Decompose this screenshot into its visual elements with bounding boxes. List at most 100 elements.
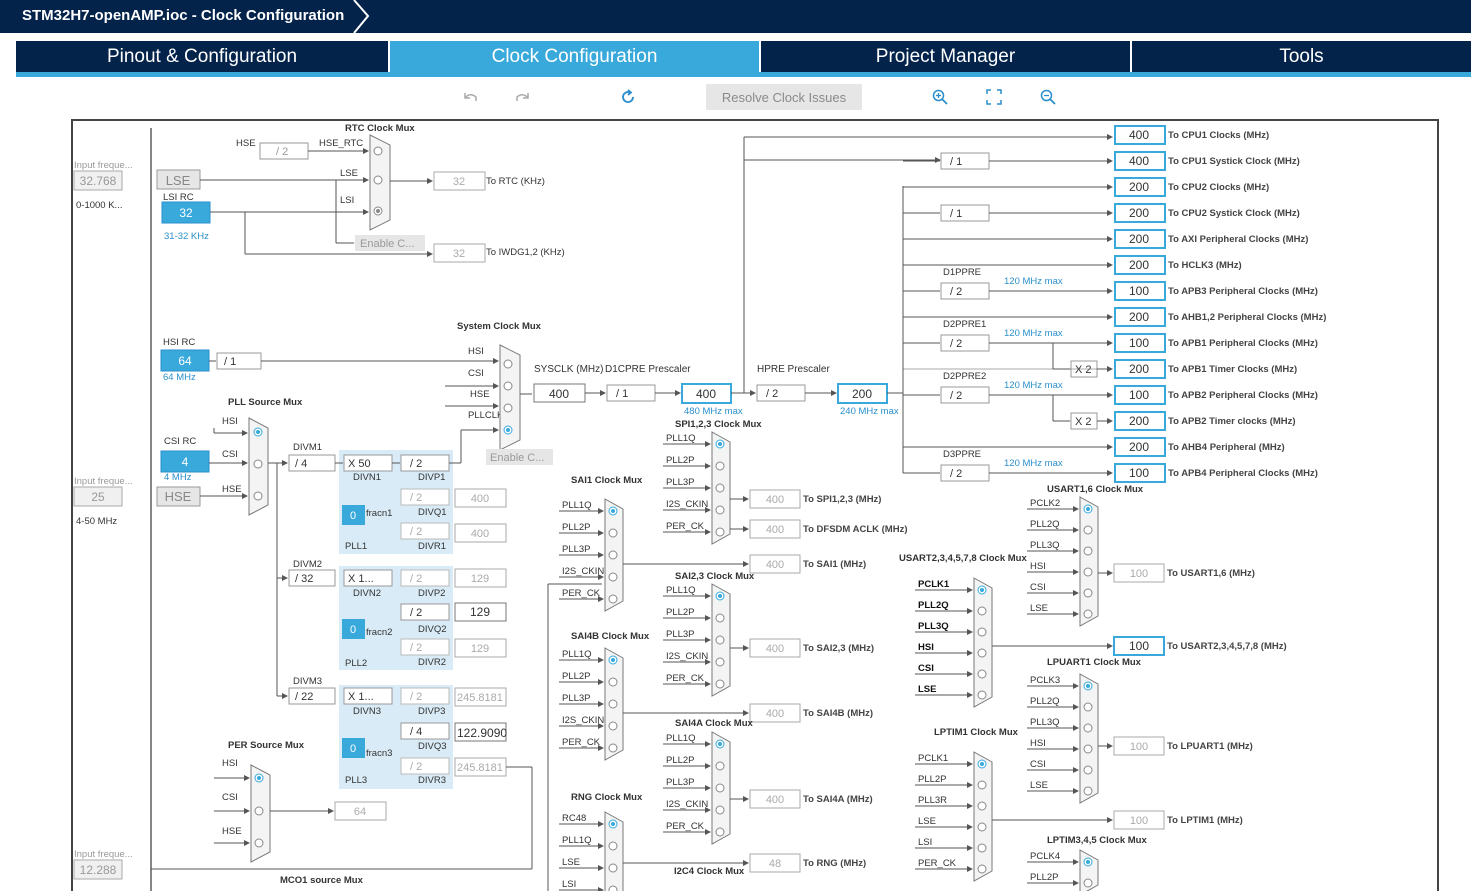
pll3-divq-select[interactable] (400, 722, 450, 740)
usart2-input-label: CSI (918, 663, 934, 674)
sysmux-enable-label: Enable C... (490, 452, 544, 464)
prescaler-max: 120 MHz max (1004, 380, 1063, 391)
sai23-input-label: PLL3P (666, 629, 695, 640)
ext-input-label: Input freque... (74, 849, 133, 860)
pll1-divn-value: X 50 (348, 458, 371, 470)
sai4b-output-value: 400 (766, 708, 784, 720)
hse-label: HSE (165, 489, 192, 504)
sysmux-hsi: HSI (468, 346, 484, 357)
pll3-divr-select[interactable] (400, 757, 450, 775)
rtc-output-value: 32 (453, 176, 465, 188)
timer-multiplier-value: X 2 (1075, 416, 1092, 428)
sai4b-input-label: PER_CK (562, 737, 601, 748)
usart16-input-label: CSI (1030, 582, 1046, 593)
output-label: To CPU1 Systick Clock (MHz) (1168, 156, 1300, 167)
hse-input-label: Input freque... (74, 476, 133, 487)
prescaler-select[interactable] (940, 282, 990, 300)
sai4b-mux-title: SAI4B Clock Mux (571, 631, 650, 642)
pll1-q-output-value: 400 (471, 493, 489, 505)
prescaler-select[interactable] (940, 464, 990, 482)
pll3-divn-label: DIVN3 (353, 706, 381, 717)
usart16-output-value: 100 (1130, 568, 1148, 580)
pll3-name: PLL3 (345, 775, 367, 786)
sai23-output-label: To SAI2,3 (MHz) (803, 643, 874, 654)
lptim1-clock-mux[interactable] (973, 751, 993, 882)
output-label: To CPU2 Clocks (MHz) (1168, 182, 1269, 193)
prescaler-select[interactable] (940, 386, 990, 404)
usart2-output-value: 100 (1129, 639, 1149, 653)
output-label: To AXI Peripheral Clocks (MHz) (1168, 234, 1308, 245)
pll2-divp-value: / 2 (410, 573, 422, 585)
pll1-divr-value: / 2 (410, 526, 422, 538)
csi-value: 4 (182, 455, 189, 469)
sysclk-label: SYSCLK (MHz) (534, 364, 603, 375)
usart2-mux-title: USART2,3,4,5,7,8 Clock Mux (899, 553, 1027, 564)
pll3-divp-value: / 2 (410, 691, 422, 703)
output-value: 200 (1129, 310, 1149, 324)
output-value: 100 (1129, 466, 1149, 480)
pll1-name: PLL1 (345, 541, 367, 552)
usart2-input-label: PLL2Q (918, 600, 949, 611)
d1cpre-value: / 1 (616, 388, 628, 400)
sai1-input-label: PLL3P (562, 544, 591, 555)
prescaler-select[interactable] (940, 334, 990, 352)
pll1-divr-select[interactable] (400, 522, 450, 540)
sai23-mux-title: SAI2,3 Clock Mux (675, 571, 755, 582)
rtc-lsi-label: LSI (340, 195, 354, 206)
usart2-clock-mux[interactable] (973, 577, 993, 708)
spi-output-label: To SPI1,2,3 (MHz) (803, 494, 881, 505)
pll1-divp-select[interactable] (400, 454, 450, 472)
hpre-select[interactable] (756, 384, 806, 402)
output-value: 200 (1129, 206, 1149, 220)
sai1-input-label: PER_CK (562, 588, 601, 599)
rtc-enable-label: Enable C... (360, 238, 414, 250)
rtc-output-label: To RTC (KHz) (486, 176, 545, 187)
pll1-divp-value: / 2 (410, 458, 422, 470)
output-value: 200 (1129, 180, 1149, 194)
pll3-divp-select[interactable] (400, 687, 450, 705)
pll2-divr-select[interactable] (400, 638, 450, 656)
prescaler-value: / 2 (950, 286, 962, 298)
usart16-input-label: LSE (1030, 603, 1048, 614)
sai23-input-label: I2S_CKIN (666, 651, 708, 662)
spi-mux-title: SPI1,2,3 Clock Mux (675, 419, 762, 430)
sai1-mux-title: SAI1 Clock Mux (571, 475, 643, 486)
lpuart-input-label: LSE (1030, 780, 1048, 791)
prescaler-select[interactable] (940, 152, 990, 170)
prescaler-value: / 1 (950, 208, 962, 220)
lpuart-mux-title: LPUART1 Clock Mux (1047, 657, 1142, 668)
pll3-p-output-value: 245.8181 (457, 692, 503, 704)
sysmux-hse: HSE (470, 389, 490, 400)
pll2-divm-label: DIVM2 (293, 559, 322, 570)
usart2-input-label: PCLK1 (918, 579, 950, 590)
usart16-clock-mux[interactable] (1079, 496, 1099, 627)
pll1-divq-select[interactable] (400, 488, 450, 506)
lpuart-clock-mux[interactable] (1079, 673, 1099, 804)
pll2-divn-value: X 1... (348, 573, 374, 585)
sai23-input-label: PER_CK (666, 673, 705, 684)
hsi-label: HSI RC (163, 337, 195, 348)
sai4a-output-value: 400 (766, 794, 784, 806)
spi-output-value: 400 (766, 494, 784, 506)
pll3-frac-value: 0 (350, 743, 356, 755)
csi-range: 4 MHz (164, 472, 192, 483)
i2c4-mux-title: I2C4 Clock Mux (674, 866, 745, 877)
pll2-divn-label: DIVN2 (353, 588, 381, 599)
pll3-frac-label: fracn3 (366, 748, 392, 759)
pll3-divr-label: DIVR3 (418, 775, 446, 786)
output-label: To APB3 Peripheral Clocks (MHz) (1168, 286, 1318, 297)
output-label: To APB4 Peripheral Clocks (MHz) (1168, 468, 1318, 479)
pll1-divm-value: / 4 (295, 458, 307, 470)
d1cpre-select[interactable] (606, 384, 656, 402)
spi-input-label: PLL3P (666, 477, 695, 488)
output-value: 200 (1129, 258, 1149, 272)
hse-range: 4-50 MHz (76, 516, 117, 527)
cpu-clock-value: 400 (696, 387, 716, 401)
pll-source-hse: HSE (222, 484, 242, 495)
pll2-divq-select[interactable] (400, 603, 450, 621)
pll1-divn-label: DIVN1 (353, 472, 381, 483)
output-label: To CPU2 Systick Clock (MHz) (1168, 208, 1300, 219)
pll2-divp-select[interactable] (400, 569, 450, 587)
prescaler-select[interactable] (940, 204, 990, 222)
usart16-input-label: PCLK2 (1030, 498, 1060, 509)
